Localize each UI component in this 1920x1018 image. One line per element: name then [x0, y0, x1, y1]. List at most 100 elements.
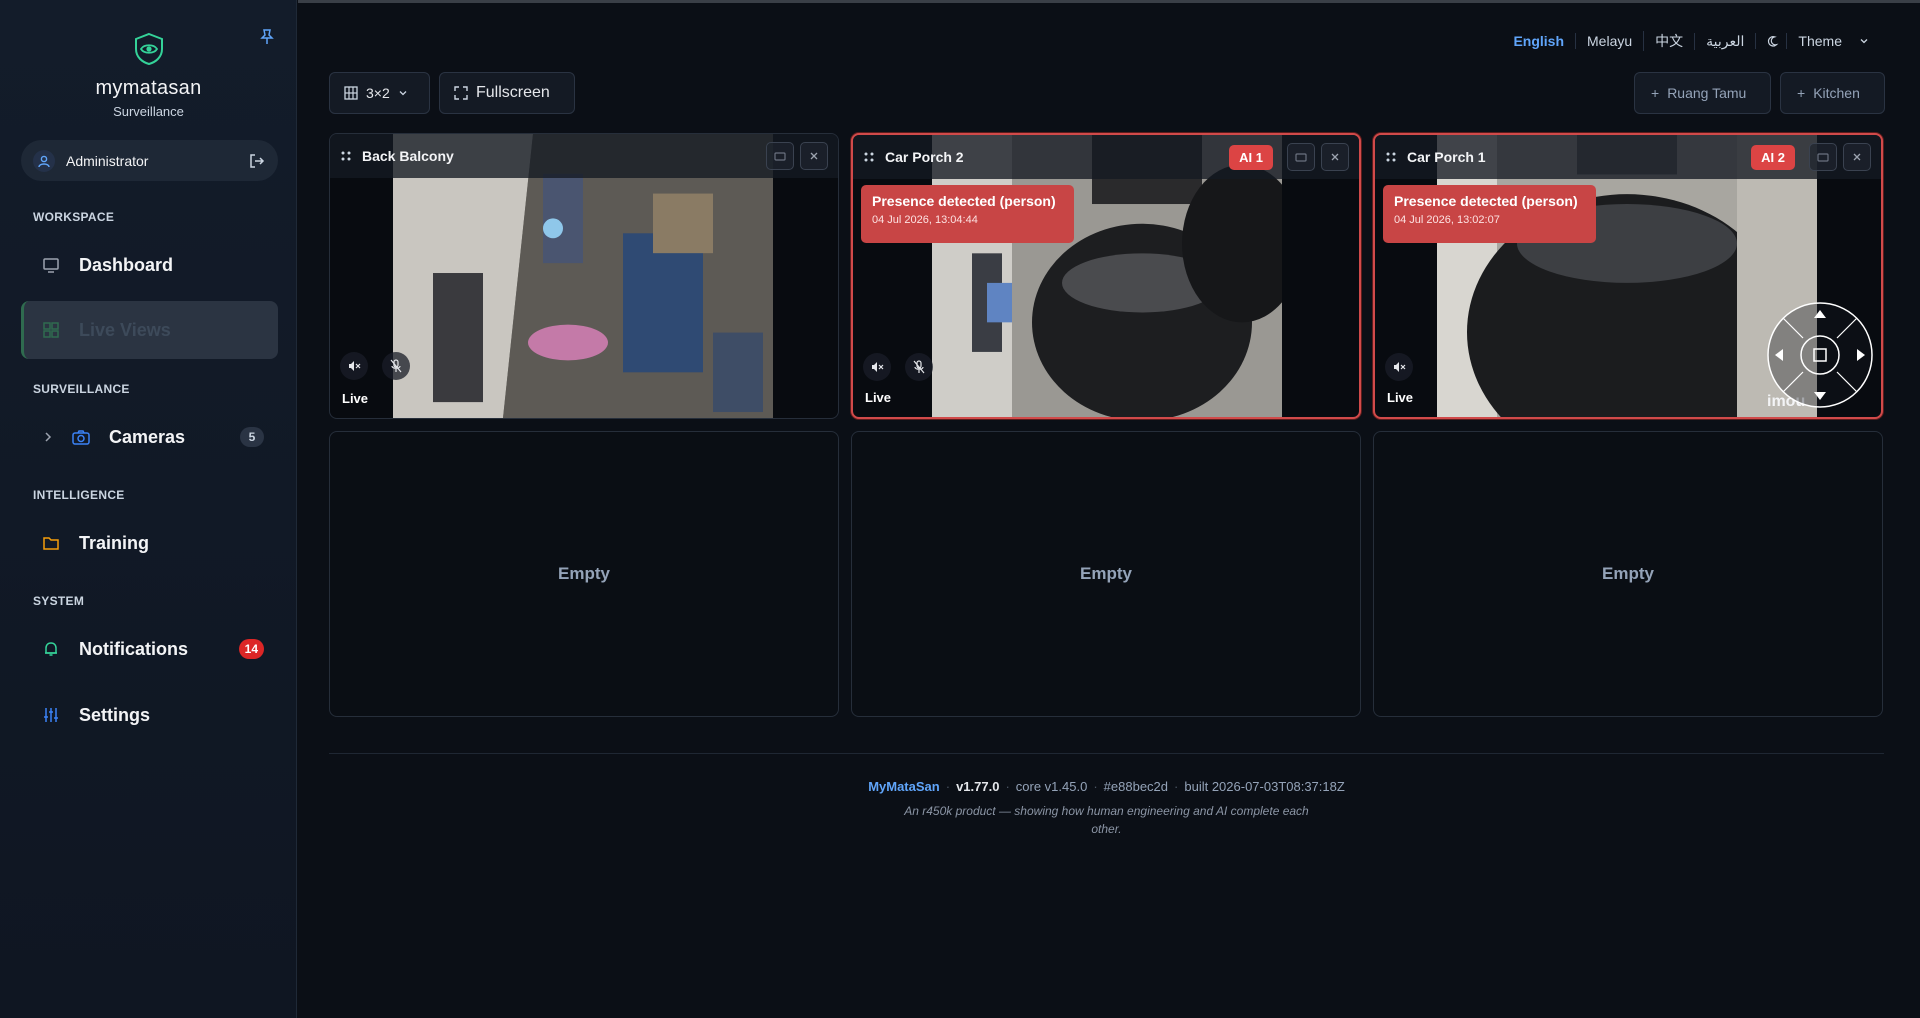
empty-slot[interactable]: Empty — [329, 431, 839, 717]
close-icon — [1853, 153, 1861, 161]
footer: MyMataSan · v1.77.0 · core v1.45.0 · #e88bec2d… — [868, 779, 1345, 836]
footer-tagline: An r450k product — showing how human eng… — [904, 804, 1309, 836]
camera-tile[interactable]: Back Balcony Live — [329, 133, 839, 419]
alert-title: Presence detected (person) — [1394, 193, 1578, 209]
nav-training-label: Training — [79, 532, 150, 553]
alert-title: Presence detected (person) — [872, 193, 1056, 209]
cameras-count-badge: 5 — [240, 427, 264, 447]
nav-live-views[interactable]: Live Views — [21, 301, 278, 359]
tile-header: Car Porch 2 AI 1 — [853, 135, 1359, 179]
mic-off-icon — [913, 360, 925, 374]
fullscreen-button[interactable]: Fullscreen — [439, 72, 575, 114]
tile-header: Car Porch 1 AI 2 — [1375, 135, 1881, 179]
drag-handle-icon[interactable] — [340, 150, 352, 162]
pin-icon[interactable] — [258, 28, 276, 46]
ptz-control-pad[interactable] — [1765, 300, 1875, 410]
snapshot-button[interactable] — [1809, 143, 1837, 171]
camera-tile[interactable]: Car Porch 1 AI 2 Presence detected (pers… — [1373, 133, 1883, 419]
user-name: Administrator — [66, 152, 149, 169]
bell-icon — [41, 639, 61, 659]
empty-slot[interactable]: Empty — [1373, 431, 1883, 717]
alert-time: 04 Jul 2026, 13:04:44 — [872, 214, 978, 226]
ai-badge[interactable]: AI 1 — [1229, 144, 1273, 170]
user-icon — [33, 149, 55, 172]
camera-tile[interactable]: Car Porch 2 AI 1 Presence detected (pers… — [851, 133, 1361, 419]
close-icon — [810, 152, 818, 160]
camera-icon — [1817, 153, 1829, 162]
nav-notifications[interactable]: Notifications 14 — [21, 620, 278, 678]
nav-dashboard-label: Dashboard — [79, 254, 174, 275]
microphone-button[interactable] — [382, 352, 410, 380]
section-system: SYSTEM — [33, 594, 85, 608]
close-tile-button[interactable] — [1843, 143, 1871, 171]
add-view-kitchen-label: Kitchen — [1813, 85, 1860, 101]
drag-handle-icon[interactable] — [863, 151, 875, 163]
speaker-muted-icon — [872, 362, 884, 372]
mute-button[interactable] — [340, 352, 368, 380]
theme-dropdown[interactable]: Theme — [1755, 33, 1880, 49]
chevron-down-icon — [399, 91, 407, 96]
empty-label: Empty — [1080, 564, 1132, 583]
empty-label: Empty — [558, 564, 610, 583]
grid-icon — [41, 320, 61, 340]
grid-icon — [344, 86, 358, 100]
nav-dashboard[interactable]: Dashboard — [21, 236, 278, 294]
footer-version: v1.77.0 — [956, 779, 1000, 794]
app-name: mymatasan — [95, 77, 202, 99]
tile-title: Car Porch 2 — [885, 149, 964, 165]
close-tile-button[interactable] — [800, 142, 828, 170]
empty-label: Empty — [1602, 564, 1654, 583]
nav-training[interactable]: Training — [21, 514, 278, 572]
user-menu[interactable]: Administrator — [21, 140, 278, 181]
mic-off-icon — [390, 359, 402, 373]
language-switcher: English Melayu 中文 العربية Theme — [1502, 31, 1880, 51]
add-view-ruang-tamu-button[interactable]: + Ruang Tamu — [1634, 72, 1771, 114]
chevron-right-icon[interactable] — [41, 430, 55, 444]
detection-alert[interactable]: Presence detected (person) 04 Jul 2026, … — [861, 185, 1074, 243]
close-tile-button[interactable] — [1321, 143, 1349, 171]
live-indicator: Live — [865, 390, 892, 405]
ai-badge[interactable]: AI 2 — [1751, 144, 1795, 170]
camera-icon — [1295, 153, 1307, 162]
alert-time: 04 Jul 2026, 13:02:07 — [1394, 214, 1500, 226]
fullscreen-label: Fullscreen — [476, 84, 550, 101]
drag-handle-icon[interactable] — [1385, 151, 1397, 163]
nav-settings[interactable]: Settings — [21, 686, 278, 744]
footer-brand-link[interactable]: MyMataSan — [868, 779, 940, 794]
section-workspace: WORKSPACE — [33, 210, 115, 224]
lang-arabic[interactable]: العربية — [1694, 32, 1755, 50]
sidebar: mymatasan Surveillance Administrator WOR… — [0, 0, 297, 1018]
nav-cameras[interactable]: Cameras 5 — [21, 408, 278, 466]
nav-notifications-label: Notifications — [79, 638, 189, 659]
sliders-icon — [41, 705, 61, 725]
chevron-down-icon — [1860, 39, 1868, 44]
footer-core: core v1.45.0 — [1015, 779, 1088, 794]
add-view-kitchen-button[interactable]: + Kitchen — [1780, 72, 1885, 114]
empty-slot[interactable]: Empty — [851, 431, 1361, 717]
snapshot-button[interactable] — [1287, 143, 1315, 171]
section-surveillance: SURVEILLANCE — [33, 382, 130, 396]
mute-button[interactable] — [1385, 353, 1413, 381]
camera-icon — [774, 152, 786, 161]
lang-melayu[interactable]: Melayu — [1575, 33, 1643, 49]
speaker-muted-icon — [349, 361, 361, 371]
tile-header: Back Balcony — [330, 134, 838, 178]
lang-english[interactable]: English — [1502, 33, 1575, 49]
logo-eye-shield-icon — [134, 32, 163, 66]
layout-select[interactable]: 3×2 — [329, 72, 430, 114]
camera-icon — [71, 427, 91, 447]
detection-alert[interactable]: Presence detected (person) 04 Jul 2026, … — [1383, 185, 1596, 243]
mute-button[interactable] — [863, 353, 891, 381]
folder-icon — [41, 533, 61, 553]
live-indicator: Live — [1387, 390, 1414, 405]
theme-label: Theme — [1786, 33, 1853, 49]
nav-live-views-label: Live Views — [79, 319, 171, 340]
snapshot-button[interactable] — [766, 142, 794, 170]
plus-icon: + — [1651, 85, 1660, 101]
lang-chinese[interactable]: 中文 — [1643, 31, 1694, 51]
logout-icon[interactable] — [248, 152, 266, 170]
main-content: English Melayu 中文 العربية Theme 3×2 Full… — [298, 0, 1920, 1018]
app-subtitle: Surveillance — [113, 104, 184, 119]
brand: mymatasan Surveillance — [0, 32, 297, 119]
microphone-button[interactable] — [905, 353, 933, 381]
